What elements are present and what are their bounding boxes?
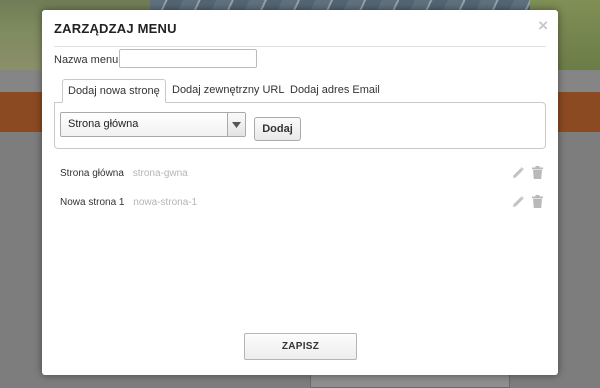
save-button[interactable]: ZAPISZ xyxy=(244,333,357,360)
title-divider xyxy=(54,46,546,47)
close-icon[interactable]: × xyxy=(538,16,548,36)
menu-item-slug: strona-gwna xyxy=(132,168,188,179)
menu-item-slug: nowa-strona-1 xyxy=(133,197,198,208)
menu-item-row: Nowa strona 1 nowa-strona-1 xyxy=(60,195,546,213)
manage-menu-dialog: ZARZĄDZAJ MENU × Nazwa menu: Dodaj nowa … xyxy=(42,10,558,375)
menu-item-row: Strona główna strona-gwna xyxy=(60,166,546,184)
tab-add-email[interactable]: Dodaj adres Email xyxy=(285,79,385,103)
trash-icon[interactable] xyxy=(532,166,543,182)
tab-add-new-page[interactable]: Dodaj nowa stronę xyxy=(62,79,166,103)
menu-name-input[interactable] xyxy=(119,49,257,68)
dialog-title: ZARZĄDZAJ MENU xyxy=(54,21,177,36)
page-select-value: Strona główna xyxy=(68,118,139,130)
menu-item-name: Nowa strona 1 xyxy=(60,197,125,208)
menu-item-name: Strona główna xyxy=(60,168,124,179)
trash-icon[interactable] xyxy=(532,195,543,211)
page-select[interactable]: Strona główna xyxy=(60,112,246,137)
background-nav-bar-right xyxy=(558,92,600,132)
tab-add-external-url[interactable]: Dodaj zewnętrzny URL xyxy=(167,79,290,103)
background-nav-bar-left xyxy=(0,92,42,132)
add-button[interactable]: Dodaj xyxy=(254,117,301,141)
row-actions xyxy=(507,166,543,182)
chevron-down-icon[interactable] xyxy=(227,113,245,136)
menu-name-label: Nazwa menu: xyxy=(54,54,122,66)
pencil-icon[interactable] xyxy=(512,166,525,182)
pencil-icon[interactable] xyxy=(512,195,525,211)
row-actions xyxy=(507,195,543,211)
